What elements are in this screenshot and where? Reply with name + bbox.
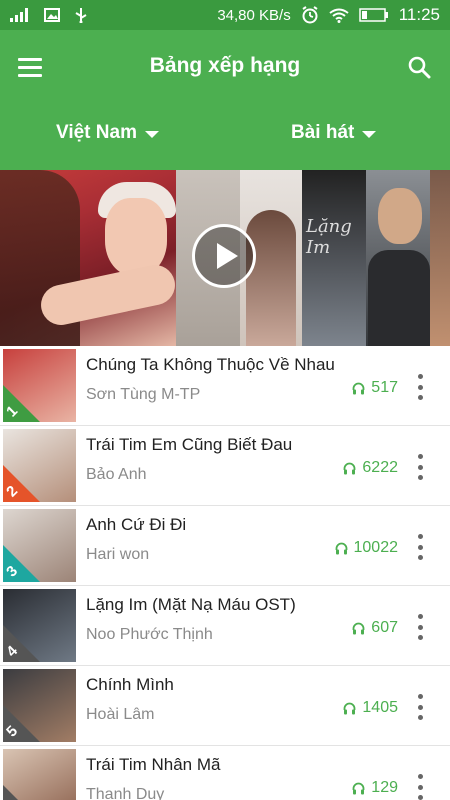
song-row[interactable]: Trái Tim Nhân Mã Thanh Duy 129 — [0, 746, 450, 800]
caret-down-icon — [144, 130, 159, 138]
headphones-icon — [352, 382, 365, 394]
listen-count: 129 — [352, 779, 398, 797]
song-title: Trái Tim Nhân Mã — [86, 755, 221, 774]
listen-count-value: 517 — [371, 379, 398, 396]
app-bar: Bảng xếp hạng Việt Nam Bài hát — [0, 30, 450, 170]
more-vert-icon — [417, 614, 423, 619]
page-title: Bảng xếp hạng — [149, 54, 301, 77]
rank-badge — [3, 785, 18, 800]
more-options-button[interactable] — [408, 374, 432, 400]
search-icon — [408, 56, 431, 79]
song-artist: Thanh Duy — [86, 786, 165, 800]
status-bar: 34,80 KB/s 11:25 — [0, 0, 450, 30]
listen-count: 10022 — [335, 539, 399, 557]
listen-count: 6222 — [343, 459, 398, 477]
listen-count: 607 — [352, 619, 398, 637]
more-vert-icon — [417, 774, 423, 779]
more-vert-icon — [417, 694, 423, 699]
wifi-icon — [329, 8, 349, 23]
banner-image — [366, 170, 430, 346]
song-thumbnail — [3, 749, 76, 800]
caret-down-icon — [362, 130, 377, 138]
type-dropdown[interactable]: Bài hát — [291, 122, 377, 144]
more-options-button[interactable] — [408, 614, 432, 640]
alarm-icon — [301, 6, 319, 24]
type-dropdown-label: Bài hát — [291, 122, 355, 143]
song-list: 1 Chúng Ta Không Thuộc Về Nhau Sơn Tùng … — [0, 346, 450, 800]
headphones-icon — [352, 622, 365, 634]
song-artist: Hari won — [86, 546, 150, 563]
song-row[interactable]: 1 Chúng Ta Không Thuộc Về Nhau Sơn Tùng … — [0, 346, 450, 426]
song-title: Chúng Ta Không Thuộc Về Nhau — [86, 355, 335, 374]
headphones-icon — [344, 702, 356, 714]
video-banner[interactable]: Lặng Im — [0, 170, 450, 346]
headphones-icon — [335, 542, 347, 554]
headphones-icon — [344, 462, 356, 474]
search-button[interactable] — [402, 50, 436, 84]
song-artist: Bảo Anh — [86, 466, 147, 483]
song-artist: Hoài Lâm — [86, 706, 155, 723]
play-icon — [216, 243, 238, 269]
listen-count-value: 607 — [371, 619, 398, 636]
more-options-button[interactable] — [408, 774, 432, 800]
banner-image — [430, 170, 450, 346]
more-options-button[interactable] — [408, 454, 432, 480]
song-row[interactable]: 3 Anh Cứ Đi Đi Hari won 10022 — [0, 506, 450, 586]
song-title: Anh Cứ Đi Đi — [86, 515, 187, 534]
usb-icon — [74, 7, 88, 23]
listen-count: 1405 — [343, 699, 398, 717]
song-thumbnail: 1 — [3, 349, 76, 422]
headphones-icon — [352, 782, 365, 794]
play-button[interactable] — [192, 224, 256, 288]
more-vert-icon — [417, 454, 423, 459]
country-dropdown[interactable]: Việt Nam — [56, 122, 159, 144]
song-row[interactable]: 5 Chính Mình Hoài Lâm 1405 — [0, 666, 450, 746]
banner-panel-text: Lặng Im — [306, 216, 352, 258]
image-icon — [44, 8, 60, 22]
song-thumbnail: 2 — [3, 429, 76, 502]
song-title: Trái Tim Em Cũng Biết Đau — [86, 435, 293, 454]
listen-count: 517 — [352, 379, 398, 397]
banner-image: Lặng Im — [302, 170, 366, 346]
more-vert-icon — [417, 374, 423, 379]
more-vert-icon — [417, 534, 423, 539]
country-dropdown-label: Việt Nam — [56, 122, 137, 143]
more-options-button[interactable] — [408, 534, 432, 560]
battery-icon — [358, 8, 389, 22]
network-speed: 34,80 KB/s — [217, 6, 291, 24]
song-title: Chính Mình — [86, 675, 174, 694]
listen-count-value: 129 — [371, 779, 398, 796]
song-thumbnail: 5 — [3, 669, 76, 742]
listen-count-value: 1405 — [362, 699, 398, 716]
song-row[interactable]: 2 Trái Tim Em Cũng Biết Đau Bảo Anh 6222 — [0, 426, 450, 506]
more-options-button[interactable] — [408, 694, 432, 720]
song-row[interactable]: 4 Lặng Im (Mặt Nạ Máu OST) Noo Phước Thị… — [0, 586, 450, 666]
listen-count-value: 10022 — [353, 539, 399, 556]
song-artist: Noo Phước Thịnh — [86, 626, 213, 643]
song-thumbnail: 3 — [3, 509, 76, 582]
clock: 11:25 — [398, 5, 440, 24]
banner-image — [0, 170, 179, 346]
song-title: Lặng Im (Mặt Nạ Máu OST) — [86, 595, 296, 614]
signal-icon — [10, 8, 30, 22]
listen-count-value: 6222 — [362, 459, 398, 476]
song-artist: Sơn Tùng M-TP — [86, 386, 201, 403]
song-thumbnail: 4 — [3, 589, 76, 662]
